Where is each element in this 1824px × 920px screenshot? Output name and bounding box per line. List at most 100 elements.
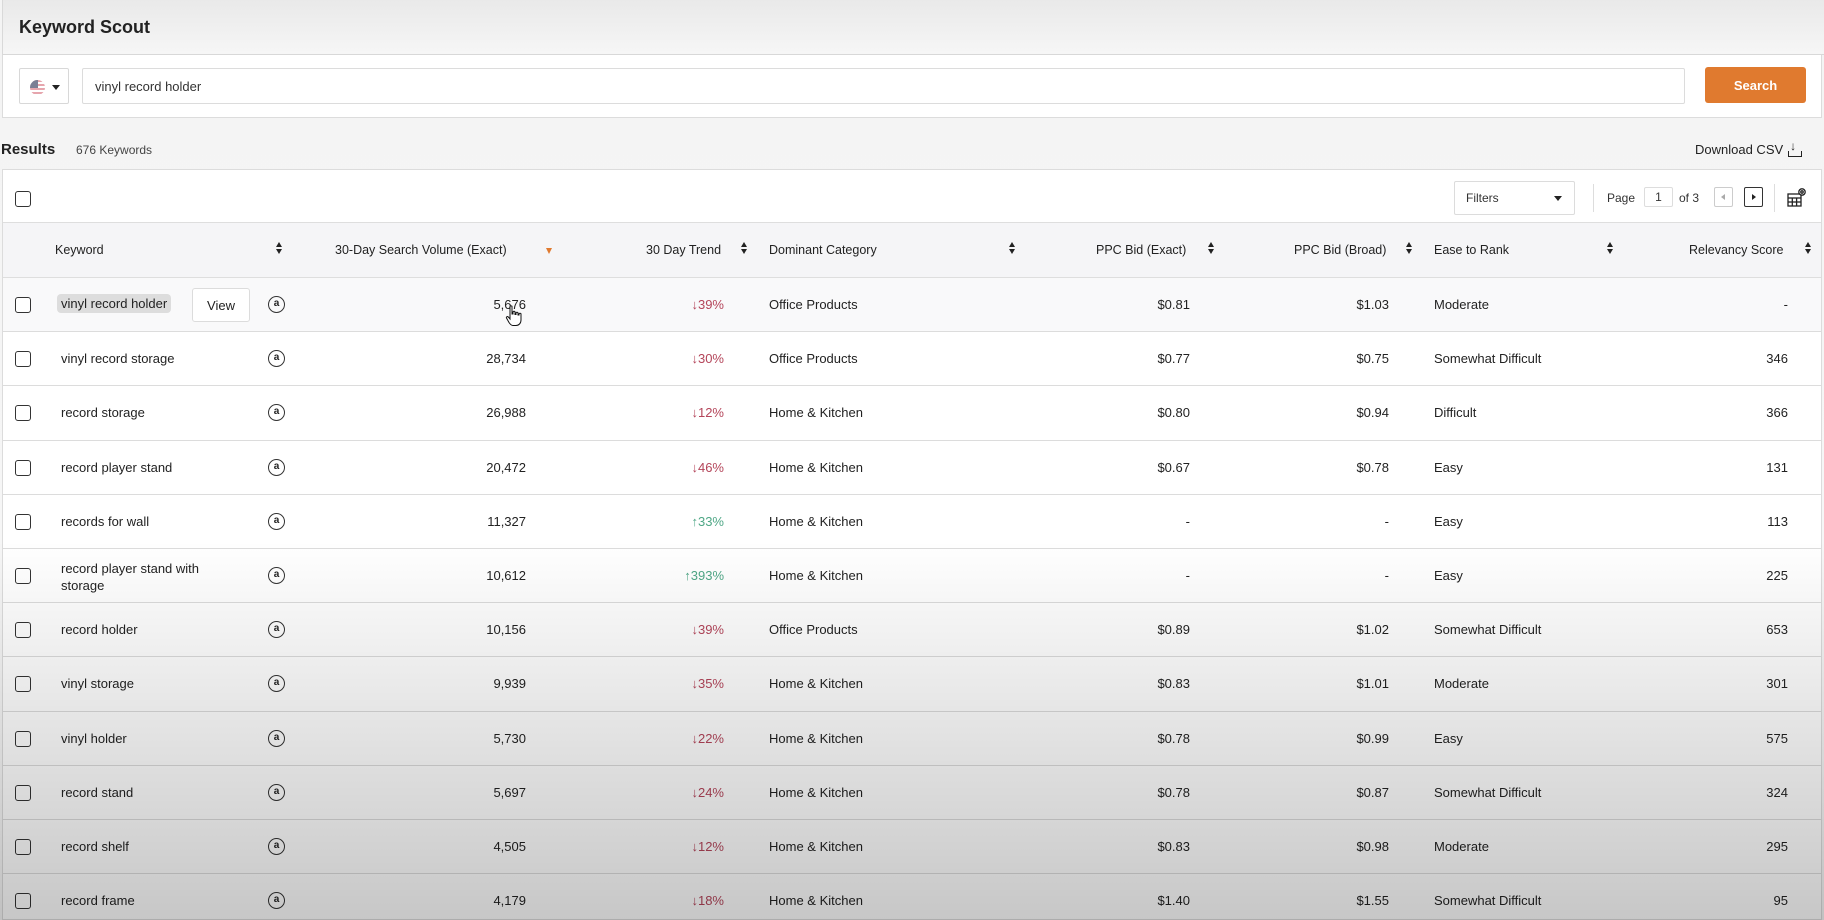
keyword-cell[interactable]: record storage bbox=[61, 405, 145, 420]
amazon-icon[interactable]: a bbox=[268, 296, 285, 313]
amazon-icon[interactable]: a bbox=[268, 566, 285, 584]
sort-icon[interactable] bbox=[276, 241, 284, 257]
row-checkbox[interactable] bbox=[15, 893, 31, 910]
sort-desc-icon[interactable] bbox=[546, 248, 552, 254]
amazon-icon[interactable]: a bbox=[268, 837, 285, 855]
row-checkbox[interactable] bbox=[15, 405, 31, 422]
amazon-icon[interactable]: a bbox=[268, 783, 285, 801]
column-header-ppc-exact[interactable]: PPC Bid (Exact) bbox=[1096, 243, 1186, 257]
search-button[interactable]: Search bbox=[1705, 67, 1806, 103]
amazon-icon[interactable]: a bbox=[268, 350, 285, 368]
view-button[interactable]: View bbox=[192, 288, 250, 322]
table-row[interactable]: record player stand a 20,472 ↓46% Home &… bbox=[3, 441, 1821, 495]
ppc-exact-cell: $0.78 bbox=[1157, 730, 1190, 746]
select-all-checkbox[interactable] bbox=[15, 191, 31, 207]
table-row[interactable]: record holder a 10,156 ↓39% Office Produ… bbox=[3, 603, 1821, 658]
trend-value: 22% bbox=[697, 730, 724, 746]
table-row[interactable]: records for wall a 11,327 ↑33% Home & Ki… bbox=[3, 495, 1821, 549]
category-cell: Home & Kitchen bbox=[769, 893, 863, 909]
search-input[interactable] bbox=[82, 68, 1685, 104]
amazon-icon[interactable]: a bbox=[268, 729, 285, 747]
search-volume-cell: 5,676 bbox=[493, 297, 526, 312]
table-toolbar: Filters Page of 3 bbox=[3, 170, 1821, 223]
keyword-cell[interactable]: record holder bbox=[61, 622, 138, 637]
amazon-icon[interactable]: a bbox=[268, 892, 285, 910]
relevancy-score-cell: 131 bbox=[1766, 459, 1788, 475]
column-header-keyword[interactable]: Keyword bbox=[55, 243, 104, 257]
search-volume-cell: 11,327 bbox=[487, 513, 526, 529]
relevancy-score-cell: 653 bbox=[1766, 622, 1788, 638]
keyword-cell[interactable]: vinyl holder bbox=[61, 731, 127, 746]
keyword-cell[interactable]: vinyl record holder bbox=[57, 294, 172, 313]
sort-icon[interactable] bbox=[1607, 241, 1615, 257]
keyword-cell[interactable]: record shelf bbox=[61, 839, 129, 854]
column-header-search-volume[interactable]: 30-Day Search Volume (Exact) bbox=[335, 243, 507, 257]
row-checkbox[interactable] bbox=[15, 567, 31, 584]
table-row[interactable]: vinyl storage a 9,939 ↓35% Home & Kitche… bbox=[3, 657, 1821, 712]
table-row[interactable]: record shelf a 4,505 ↓12% Home & Kitchen… bbox=[3, 820, 1821, 875]
trend-value: 12% bbox=[697, 405, 724, 421]
amazon-icon[interactable]: a bbox=[268, 404, 285, 422]
amazon-icon[interactable]: a bbox=[268, 458, 285, 476]
ppc-exact-cell: $0.80 bbox=[1157, 405, 1190, 421]
trend-cell: ↑33% bbox=[691, 514, 724, 529]
country-select[interactable] bbox=[19, 68, 69, 104]
row-checkbox[interactable] bbox=[15, 730, 31, 747]
next-page-button[interactable] bbox=[1744, 187, 1763, 207]
column-header-trend[interactable]: 30 Day Trend bbox=[646, 243, 721, 257]
sort-icon[interactable] bbox=[741, 241, 749, 257]
row-checkbox[interactable] bbox=[15, 513, 31, 530]
relevancy-score-cell: 225 bbox=[1766, 567, 1788, 583]
sort-icon[interactable] bbox=[1009, 241, 1017, 257]
relevancy-score-cell: 324 bbox=[1766, 784, 1788, 800]
amazon-icon[interactable]: a bbox=[268, 512, 285, 530]
ease-to-rank-cell: Moderate bbox=[1434, 838, 1489, 854]
sort-icon[interactable] bbox=[1208, 241, 1216, 257]
amazon-icon[interactable]: a bbox=[268, 675, 285, 693]
column-header-relevancy[interactable]: Relevancy Score bbox=[1689, 243, 1784, 257]
ease-to-rank-cell: Easy bbox=[1434, 567, 1463, 583]
amazon-icon[interactable]: a bbox=[268, 621, 285, 639]
download-csv-button[interactable]: Download CSV bbox=[1695, 139, 1803, 157]
column-header-category[interactable]: Dominant Category bbox=[769, 243, 877, 257]
column-header-ease[interactable]: Ease to Rank bbox=[1434, 243, 1509, 257]
ease-to-rank-cell: Difficult bbox=[1434, 405, 1477, 421]
page-number-input[interactable] bbox=[1644, 187, 1673, 207]
keyword-cell[interactable]: vinyl storage bbox=[61, 676, 134, 691]
table-row[interactable]: vinyl record storage a 28,734 ↓30% Offic… bbox=[3, 332, 1821, 387]
keyword-cell[interactable]: record frame bbox=[61, 893, 135, 908]
sort-icon[interactable] bbox=[1805, 241, 1813, 257]
keyword-cell[interactable]: record player stand with storage bbox=[61, 560, 211, 594]
keyword-cell[interactable]: record stand bbox=[61, 785, 133, 800]
row-checkbox[interactable] bbox=[15, 459, 31, 476]
keyword-cell[interactable]: records for wall bbox=[61, 514, 149, 529]
column-settings-icon[interactable] bbox=[1786, 186, 1808, 208]
table-row[interactable]: record storage a 26,988 ↓12% Home & Kitc… bbox=[3, 386, 1821, 441]
table-row[interactable]: vinyl record holder View a 5,676 ↓39% Of… bbox=[3, 278, 1821, 333]
filters-dropdown[interactable]: Filters bbox=[1454, 181, 1575, 215]
row-checkbox[interactable] bbox=[15, 838, 31, 855]
trend-cell: ↓22% bbox=[691, 731, 724, 746]
ppc-exact-cell: - bbox=[1185, 567, 1190, 583]
search-volume-cell: 5,730 bbox=[493, 730, 526, 746]
sort-icon[interactable] bbox=[1406, 241, 1414, 257]
ease-to-rank-cell: Somewhat Difficult bbox=[1434, 622, 1542, 638]
keyword-cell[interactable]: vinyl record storage bbox=[61, 351, 174, 366]
table-row[interactable]: record stand a 5,697 ↓24% Home & Kitchen… bbox=[3, 766, 1821, 820]
table-row[interactable]: record player stand with storage a 10,61… bbox=[3, 549, 1821, 604]
keyword-cell[interactable]: record player stand bbox=[61, 460, 172, 475]
row-checkbox[interactable] bbox=[15, 297, 31, 313]
row-checkbox[interactable] bbox=[15, 676, 31, 693]
category-cell: Home & Kitchen bbox=[769, 513, 863, 529]
row-checkbox[interactable] bbox=[15, 784, 31, 801]
row-checkbox[interactable] bbox=[15, 622, 31, 639]
prev-page-button[interactable] bbox=[1714, 187, 1733, 207]
table-row[interactable]: vinyl holder a 5,730 ↓22% Home & Kitchen… bbox=[3, 712, 1821, 766]
trend-value: 393% bbox=[690, 567, 724, 583]
column-header-ppc-broad[interactable]: PPC Bid (Broad) bbox=[1294, 243, 1386, 257]
trend-value: 24% bbox=[697, 784, 724, 800]
ppc-exact-cell: $1.40 bbox=[1157, 893, 1190, 909]
table-row[interactable]: record frame a 4,179 ↓18% Home & Kitchen… bbox=[3, 874, 1821, 919]
row-checkbox[interactable] bbox=[15, 351, 31, 368]
trend-value: 33% bbox=[697, 513, 724, 529]
